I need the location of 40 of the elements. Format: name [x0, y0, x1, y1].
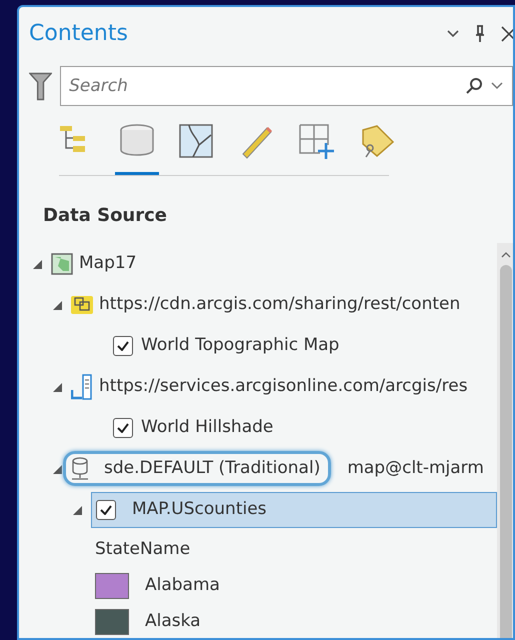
expand-triangle-icon[interactable] [53, 382, 62, 392]
view-tab[interactable] [115, 122, 159, 176]
checkbox[interactable] [113, 418, 133, 438]
legend-label: Alabama [145, 574, 220, 598]
checkbox[interactable] [113, 336, 133, 356]
chevron-down-icon[interactable] [491, 82, 503, 90]
tree-item-label[interactable]: World Hillshade [141, 414, 274, 440]
panel-title: Contents [29, 20, 129, 48]
checkmark-icon [100, 504, 112, 514]
expand-triangle-icon[interactable] [33, 260, 42, 269]
search-field[interactable]: Search [60, 66, 513, 106]
tree-item-label[interactable]: World Topographic Map [141, 332, 340, 358]
chevron-down-icon[interactable] [447, 30, 459, 38]
tree-item-label[interactable]: https://services.arcgisonline.com/arcgis/res [99, 374, 468, 400]
tree-item-label[interactable]: https://cdn.arcgis.com/sharing/rest/conten [99, 292, 460, 318]
scroll-up-icon[interactable] [501, 252, 511, 258]
expand-triangle-icon[interactable] [73, 506, 82, 515]
checkmark-icon [117, 340, 129, 350]
server-icon [71, 374, 93, 400]
checkbox[interactable] [96, 500, 116, 520]
legend-field: StateName [29, 530, 497, 568]
search-icon[interactable] [465, 77, 483, 95]
tree-row[interactable]: MAP.UScounties [91, 492, 497, 528]
map-icon [51, 252, 73, 274]
database-icon [70, 456, 90, 480]
map-icon [179, 124, 215, 160]
tiles-icon [71, 294, 93, 316]
expand-triangle-icon[interactable] [53, 464, 62, 474]
grid-plus-icon [299, 124, 335, 160]
expand-triangle-icon[interactable] [53, 300, 62, 310]
connection-label: map@clt-mjarm [347, 456, 484, 480]
close-icon[interactable] [501, 26, 513, 42]
tree-item-label[interactable]: Map17 [79, 250, 137, 276]
filter-icon[interactable] [29, 71, 52, 101]
checkmark-icon [117, 422, 129, 432]
tree-item-label[interactable]: sde.DEFAULT (Traditional) [104, 456, 320, 482]
section-title: Data Source [43, 204, 168, 228]
tree-item-label[interactable]: MAP.UScounties [132, 496, 267, 522]
pin-icon[interactable] [475, 24, 485, 42]
legend-label: Alaska [145, 610, 201, 634]
